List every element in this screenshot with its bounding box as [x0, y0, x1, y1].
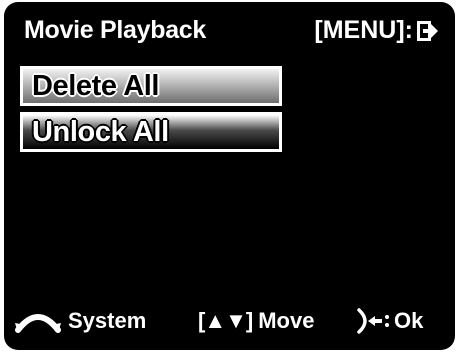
exit-icon: [417, 20, 438, 41]
footer-ok-hint[interactable]: Ok: [356, 308, 423, 334]
shutter-button-icon: [357, 308, 389, 334]
ok-label: Ok: [394, 308, 424, 333]
menu-item-label: Unlock All: [32, 116, 169, 148]
up-down-arrows-icon: [▲▼]: [198, 308, 253, 333]
footer-system-hint[interactable]: System: [14, 308, 146, 334]
camera-menu-screen: Movie Playback [MENU]: Delete All Unlock…: [4, 2, 455, 350]
menu-item-label: Delete All: [32, 70, 160, 102]
mode-dial-icon: [15, 314, 61, 333]
menu-hint-label: [MENU]:: [314, 16, 413, 44]
page-title: Movie Playback: [24, 16, 207, 44]
footer-help-bar: System [▲▼] Move Ok: [4, 302, 455, 342]
system-label: System: [68, 308, 147, 333]
move-label: Move: [258, 308, 315, 333]
footer-move-hint: [▲▼] Move: [198, 308, 314, 334]
menu-item-unlock-all[interactable]: Unlock All: [20, 112, 282, 152]
menu-item-delete-all[interactable]: Delete All: [20, 66, 282, 106]
menu-exit-hint[interactable]: [MENU]:: [314, 16, 439, 45]
